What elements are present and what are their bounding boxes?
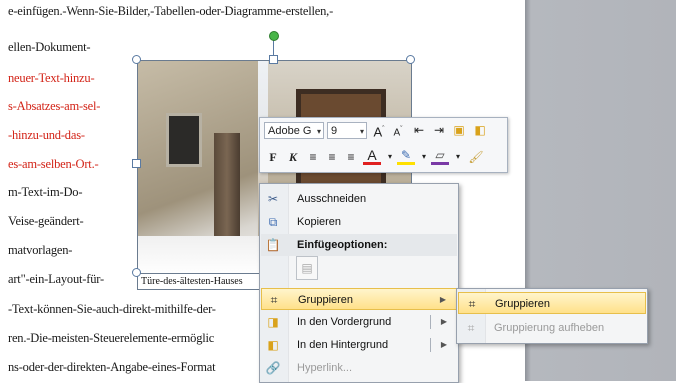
chevron-down-icon[interactable]: ▾ — [449, 148, 467, 166]
bold-icon[interactable]: F — [264, 148, 282, 166]
italic-icon[interactable]: K — [284, 148, 302, 166]
image-caption[interactable]: Türe-des-ältesten-Hauses — [137, 273, 272, 290]
context-menu: ✂ Ausschneiden ⧉ Kopieren 📋 Einfügeoptio… — [259, 183, 459, 383]
styles-icon[interactable]: ◧ — [471, 121, 489, 139]
align-left-icon[interactable]: ≡ — [304, 148, 322, 166]
doc-line: art"-ein-Layout-für- — [8, 272, 104, 286]
font-name-value: Adobe G — [268, 125, 312, 137]
center-icon[interactable]: ≡ — [323, 148, 341, 166]
paste-options-icon: 📋 — [265, 238, 281, 252]
group-submenu: ⌗ Gruppieren ⌗ Gruppierung aufheben — [456, 288, 648, 344]
submenu-arrow-icon: ▶ — [440, 317, 447, 326]
chevron-down-icon: ▾ — [359, 127, 364, 136]
menu-item-cut[interactable]: ✂ Ausschneiden — [261, 188, 457, 210]
menu-item-hyperlink[interactable]: 🔗 Hyperlink... — [261, 357, 457, 379]
submenu-item-group[interactable]: ⌗ Gruppieren — [458, 292, 646, 314]
font-name-combo[interactable]: Adobe G ▾ — [264, 122, 324, 139]
menu-item-label: Gruppieren — [298, 294, 354, 306]
resize-handle-top[interactable] — [269, 55, 278, 64]
doc-line: neuer-Text-hinzu- — [8, 71, 95, 85]
font-color-icon[interactable]: A — [363, 146, 381, 165]
menu-item-label: Ausschneiden — [297, 193, 367, 205]
doc-line: m-Text-im-Do- — [8, 185, 83, 199]
hyperlink-icon: 🔗 — [265, 361, 281, 375]
paste-picture-icon: ▤ — [301, 261, 313, 275]
paste-picture-option[interactable]: ▤ — [296, 256, 318, 280]
doc-line: ren.-Die-meisten-Steuerelemente-ermöglic — [8, 331, 215, 345]
submenu-item-ungroup[interactable]: ⌗ Gruppierung aufheben — [458, 317, 646, 339]
resize-handle-top-right[interactable] — [406, 55, 415, 64]
doc-line: ns-oder-der-direkten-Angabe-eines-Format — [8, 360, 216, 374]
doc-line: ellen-Dokument- — [8, 40, 91, 54]
group-icon: ⌗ — [270, 293, 278, 307]
menu-item-label: Kopieren — [297, 216, 342, 228]
bring-forward-icon: ◨ — [267, 315, 279, 329]
format-brush-icon[interactable]: 🖌 — [467, 148, 485, 166]
ungroup-icon: ⌗ — [467, 321, 475, 335]
doc-line: -hinzu-und-das- — [8, 128, 85, 142]
doc-line: -Text-können-Sie-auch-direkt-mithilfe-de… — [8, 302, 216, 316]
chevron-down-icon: ▾ — [316, 127, 321, 136]
mini-toolbar: Adobe G ▾ 9 ▾ Aˆ Aˇ ⇤ ⇥ ▣ ◧ F K ≡ ≡ ≡ A … — [259, 117, 508, 173]
menu-item-copy[interactable]: ⧉ Kopieren — [261, 211, 457, 233]
submenu-arrow-icon: ▶ — [440, 340, 447, 349]
doc-line: e-einfügen.-Wenn-Sie-Bilder,-Tabellen-od… — [8, 4, 334, 18]
doc-line: Veise-geändert- — [8, 214, 84, 228]
doc-line: es-am-selben-Ort.- — [8, 157, 99, 171]
font-size-combo[interactable]: 9 ▾ — [327, 122, 367, 139]
menu-header-paste-options: 📋 Einfügeoptionen: — [261, 234, 457, 256]
doc-line: matvorlagen- — [8, 243, 73, 257]
highlight-color-icon[interactable]: ✎ — [397, 146, 415, 165]
format-painter-icon[interactable]: ▣ — [450, 121, 468, 139]
submenu-item-label: Gruppieren — [495, 298, 551, 310]
align-right-icon[interactable]: ≡ — [342, 148, 360, 166]
rotation-handle[interactable] — [269, 31, 279, 41]
shrink-font-icon[interactable]: Aˇ — [389, 121, 407, 139]
menu-item-label: Einfügeoptionen: — [297, 239, 388, 251]
menu-item-label: Hyperlink... — [297, 362, 353, 374]
doc-line: s-Absatzes-am-sel- — [8, 99, 101, 113]
decrease-indent-icon[interactable]: ⇤ — [410, 121, 428, 139]
copy-icon: ⧉ — [268, 215, 278, 229]
send-backward-icon: ◧ — [267, 338, 279, 352]
group-icon: ⌗ — [468, 297, 476, 311]
submenu-arrow-icon: ▶ — [439, 295, 446, 304]
menu-item-label: In den Vordergrund — [297, 316, 392, 328]
shape-outline-icon[interactable]: ▱ — [431, 146, 449, 165]
menu-item-label: In den Hintergrund — [297, 339, 389, 351]
menu-item-send-backward[interactable]: ◧ In den Hintergrund ▶ — [261, 334, 457, 356]
font-size-value: 9 — [331, 125, 338, 137]
window-detail — [166, 113, 202, 167]
grow-font-icon[interactable]: Aˆ — [370, 121, 388, 139]
resize-handle-top-left[interactable] — [132, 55, 141, 64]
scissors-icon: ✂ — [267, 192, 279, 206]
submenu-item-label: Gruppierung aufheben — [494, 322, 605, 334]
increase-indent-icon[interactable]: ⇥ — [430, 121, 448, 139]
menu-item-group[interactable]: ⌗ Gruppieren ▶ — [261, 288, 457, 310]
menu-item-bring-forward[interactable]: ◨ In den Vordergrund ▶ — [261, 311, 457, 333]
resize-handle-left[interactable] — [132, 159, 141, 168]
resize-handle-bottom-left[interactable] — [132, 268, 141, 277]
